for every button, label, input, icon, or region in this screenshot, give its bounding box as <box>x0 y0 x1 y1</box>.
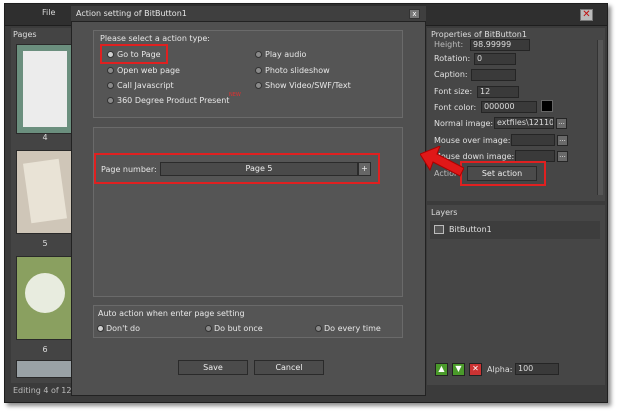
go-to-page-highlight <box>100 44 168 64</box>
normal-image-field[interactable]: extfiles\121107 <box>494 117 554 129</box>
call-javascript-label[interactable]: Call Javascript <box>117 81 174 90</box>
layer-item[interactable]: BitButton1 <box>430 221 600 239</box>
layer-up-icon[interactable]: ▲ <box>435 363 448 376</box>
save-button[interactable]: Save <box>178 360 248 375</box>
mouse-over-field[interactable] <box>511 134 555 146</box>
auto-action-prompt: Auto action when enter page setting <box>98 309 245 318</box>
app-close-icon[interactable]: ✕ <box>580 9 593 21</box>
caption-field[interactable] <box>471 69 516 81</box>
menu-file[interactable]: File <box>42 8 55 17</box>
rotation-field[interactable]: 0 <box>474 53 516 65</box>
page-thumbnail-number: 6 <box>42 345 48 354</box>
alpha-label: Alpha: <box>487 365 513 374</box>
font-size-field[interactable]: 12 <box>477 86 519 98</box>
mouse-over-browse-button[interactable]: ... <box>557 135 568 146</box>
page-thumbnail-number: 4 <box>42 133 48 142</box>
cancel-button[interactable]: Cancel <box>254 360 324 375</box>
layer-delete-icon[interactable]: ✕ <box>469 363 482 376</box>
caption-label: Caption: <box>434 70 468 79</box>
do-every-time-label[interactable]: Do every time <box>324 324 381 333</box>
page-thumbnail-image <box>23 51 67 127</box>
dialog-titlebar: Action setting of BitButton1 <box>71 6 426 22</box>
page-thumbnail[interactable] <box>16 256 74 340</box>
dialog-title: Action setting of BitButton1 <box>76 9 187 18</box>
layer-icon <box>434 225 444 234</box>
layers-title: Layers <box>431 208 458 217</box>
font-color-swatch[interactable] <box>541 100 553 112</box>
dont-do-label[interactable]: Don't do <box>106 324 140 333</box>
new-badge: NEW <box>229 92 241 98</box>
rotation-label: Rotation: <box>434 54 471 63</box>
page-thumbnail[interactable] <box>16 150 74 234</box>
page-thumbnail[interactable] <box>16 360 74 378</box>
mouse-over-label: Mouse over image: <box>434 136 511 145</box>
photo-slideshow-label[interactable]: Photo slideshow <box>265 66 330 75</box>
properties-scrollbar[interactable] <box>597 40 603 195</box>
layer-label: BitButton1 <box>449 225 492 234</box>
alpha-field[interactable]: 100 <box>515 363 559 375</box>
page-thumbnail-image <box>25 273 65 313</box>
dialog-close-icon[interactable]: x <box>409 9 420 19</box>
font-color-label: Font color: <box>434 103 477 112</box>
do-but-once-label[interactable]: Do but once <box>214 324 263 333</box>
show-video-label[interactable]: Show Video/SWF/Text <box>265 81 351 90</box>
radio-play-audio[interactable] <box>255 51 262 58</box>
set-action-highlight <box>460 161 546 186</box>
open-web-page-label[interactable]: Open web page <box>117 66 180 75</box>
radio-do-every-time[interactable] <box>315 325 322 332</box>
pages-panel-title: Pages <box>13 30 37 39</box>
action-type-prompt: Please select a action type: <box>100 34 210 43</box>
play-audio-label[interactable]: Play audio <box>265 50 306 59</box>
page-thumbnail[interactable] <box>16 44 74 134</box>
red-arrow-icon <box>420 146 464 177</box>
radio-do-but-once[interactable] <box>205 325 212 332</box>
normal-image-browse-button[interactable]: ... <box>556 118 567 129</box>
radio-360-product[interactable] <box>107 97 114 104</box>
height-field[interactable]: 98.99999 <box>470 39 530 51</box>
mouse-down-browse-button[interactable]: ... <box>557 151 568 162</box>
page-number-highlight <box>94 153 380 184</box>
font-size-label: Font size: <box>434 87 473 96</box>
radio-call-javascript[interactable] <box>107 82 114 89</box>
font-color-field[interactable]: 000000 <box>481 101 537 113</box>
page-thumbnail-image <box>22 158 68 224</box>
page-thumbnail-number: 5 <box>42 239 48 248</box>
layer-down-icon[interactable]: ▼ <box>452 363 465 376</box>
normal-image-label: Normal image: <box>434 119 494 128</box>
product-360-label[interactable]: 360 Degree Product Present <box>117 96 229 105</box>
properties-title: Properties of BitButton1 <box>431 30 527 39</box>
radio-show-video[interactable] <box>255 82 262 89</box>
radio-open-web-page[interactable] <box>107 67 114 74</box>
radio-dont-do[interactable] <box>97 325 104 332</box>
status-text: Editing 4 of 12 <box>13 386 72 395</box>
height-label: Height: <box>434 40 464 49</box>
radio-photo-slideshow[interactable] <box>255 67 262 74</box>
